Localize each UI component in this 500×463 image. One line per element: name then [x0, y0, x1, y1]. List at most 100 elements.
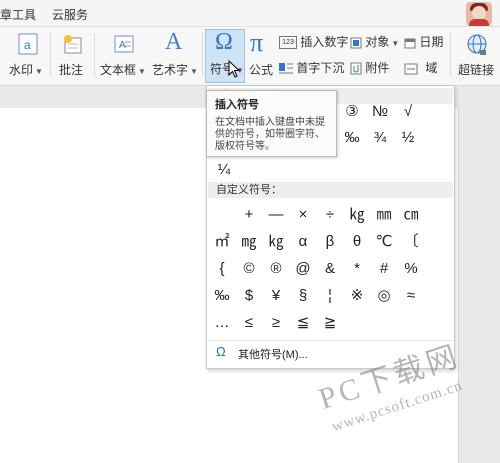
custom-symbol[interactable]: &	[317, 257, 343, 281]
custom-symbol[interactable]: ㎎	[236, 230, 262, 254]
custom-symbol[interactable]: #	[371, 257, 397, 281]
wordart-icon: A	[165, 29, 183, 55]
paperclip-icon	[350, 62, 362, 75]
recent-symbol[interactable]: ③	[339, 100, 365, 124]
dropcap-icon	[279, 62, 293, 74]
recent-symbol[interactable]: ‰	[339, 126, 365, 150]
custom-symbol[interactable]: ㎏	[344, 203, 370, 227]
field-button[interactable]: 域	[404, 59, 437, 75]
tooltip: 插入符号 在文档中插入键盘中未提供的符号，如带圈字符、版权符号等。	[206, 90, 337, 157]
custom-symbol[interactable]: ㎜	[371, 203, 397, 227]
attachment-button[interactable]: 附件	[350, 59, 389, 75]
custom-symbol[interactable]: ≧	[317, 311, 343, 335]
divider	[94, 33, 95, 77]
dropcap-label: 首字下沉	[296, 61, 345, 75]
custom-symbol[interactable]: ㎏	[263, 230, 289, 254]
custom-symbol[interactable]: ℃	[371, 230, 397, 254]
formula-button[interactable]: π 公式	[247, 28, 277, 81]
custom-symbol[interactable]: ®	[263, 257, 289, 281]
custom-symbol[interactable]: ¦	[317, 284, 343, 308]
custom-symbol[interactable]: θ	[344, 230, 370, 254]
custom-symbol[interactable]: §	[290, 284, 316, 308]
chevron-down-icon: ▼	[35, 67, 43, 76]
annotation-button[interactable]: 批注	[56, 31, 88, 81]
recent-symbol[interactable]: ½	[395, 126, 421, 150]
textbox-icon: A	[114, 35, 134, 53]
object-button[interactable]: 对象 ▼	[350, 33, 399, 49]
chevron-down-icon: ▼	[138, 67, 146, 76]
insert-number-label: 插入数字	[300, 35, 349, 49]
ribbon-toolbar: a 水印 ▼ 批注 A 文本框 ▼ A 艺术字 ▼ Ω 符号 ▼ π 公式 12…	[0, 27, 500, 86]
attachment-label: 附件	[365, 61, 390, 75]
recent-symbol[interactable]: ¼	[211, 158, 237, 182]
date-label: 日期	[419, 35, 444, 49]
number-icon: 123	[279, 36, 297, 50]
custom-symbols-header: 自定义符号：	[208, 182, 453, 198]
tooltip-title: 插入符号	[215, 99, 259, 111]
custom-symbol[interactable]: ◎	[371, 284, 397, 308]
wordart-button[interactable]: A 艺术字 ▼	[150, 29, 198, 81]
watermark-label: 水印	[9, 63, 34, 77]
custom-symbol[interactable]: +	[236, 203, 262, 227]
custom-symbol[interactable]: ≥	[263, 311, 289, 335]
wordart-label: 艺术字	[152, 63, 189, 77]
custom-symbol[interactable]: —	[263, 203, 289, 227]
custom-symbol[interactable]: {	[209, 257, 235, 281]
calendar-icon	[404, 38, 416, 49]
svg-text:A: A	[119, 40, 126, 51]
textbox-label: 文本框	[100, 63, 137, 77]
menu-bar: 章工具 云服务	[0, 0, 500, 27]
menu-chapter-tools[interactable]: 章工具	[0, 6, 36, 23]
hyperlink-label: 超链接	[458, 63, 495, 77]
annotation-icon	[64, 35, 82, 54]
more-symbols-label: 其他符号(M)...	[238, 349, 308, 361]
custom-symbol[interactable]: ※	[344, 284, 370, 308]
custom-symbol[interactable]: α	[290, 230, 316, 254]
custom-symbol[interactable]: 〔	[398, 230, 424, 254]
custom-symbol[interactable]: ㎡	[209, 230, 235, 254]
recent-symbol[interactable]: √	[395, 100, 421, 124]
field-icon	[404, 63, 418, 75]
custom-symbol[interactable]: ¥	[263, 284, 289, 308]
custom-symbol[interactable]: $	[236, 284, 262, 308]
recent-symbol[interactable]: ¾	[367, 126, 393, 150]
custom-symbol[interactable]: ‰	[209, 284, 235, 308]
chevron-down-icon: ▼	[391, 39, 400, 48]
tooltip-body: 在文档中插入键盘中未提供的符号，如带圈字符、版权符号等。	[215, 117, 325, 152]
divider	[202, 33, 203, 77]
object-icon	[350, 37, 362, 49]
avatar[interactable]	[466, 2, 492, 26]
custom-symbol[interactable]: ㎝	[398, 203, 424, 227]
dropcap-button[interactable]: 首字下沉	[279, 59, 344, 75]
date-button[interactable]: 日期	[404, 33, 443, 49]
custom-symbol[interactable]: …	[209, 311, 235, 335]
hyperlink-button[interactable]: 超链接	[456, 31, 500, 81]
object-label: 对象	[365, 35, 390, 49]
custom-symbol[interactable]: @	[290, 257, 316, 281]
pi-icon: π	[250, 28, 264, 57]
custom-symbol[interactable]: %	[398, 257, 424, 281]
custom-symbol[interactable]: β	[317, 230, 343, 254]
recent-symbol[interactable]: №	[367, 100, 393, 124]
custom-symbol[interactable]: ≈	[398, 284, 424, 308]
annotation-label: 批注	[59, 63, 84, 77]
omega-icon: Ω	[215, 29, 233, 55]
textbox-button[interactable]: A 文本框 ▼	[100, 31, 148, 81]
custom-symbol[interactable]: ÷	[317, 203, 343, 227]
cursor-icon	[228, 60, 240, 78]
divider	[450, 33, 451, 77]
watermark-button[interactable]: a 水印 ▼	[6, 31, 48, 81]
custom-symbol[interactable]: ≦	[290, 311, 316, 335]
insert-number-button[interactable]: 123 插入数字	[279, 33, 349, 50]
divider	[50, 33, 51, 77]
svg-text:a: a	[24, 38, 31, 52]
menu-cloud-service[interactable]: 云服务	[52, 6, 88, 23]
chevron-down-icon: ▼	[190, 67, 198, 76]
formula-label: 公式	[249, 63, 274, 77]
custom-symbol[interactable]	[209, 203, 235, 227]
custom-symbol[interactable]: ×	[290, 203, 316, 227]
custom-symbol[interactable]: ©	[236, 257, 262, 281]
custom-symbol[interactable]: ≤	[236, 311, 262, 335]
custom-symbol[interactable]: *	[344, 257, 370, 281]
omega-icon: Ω	[216, 344, 226, 359]
